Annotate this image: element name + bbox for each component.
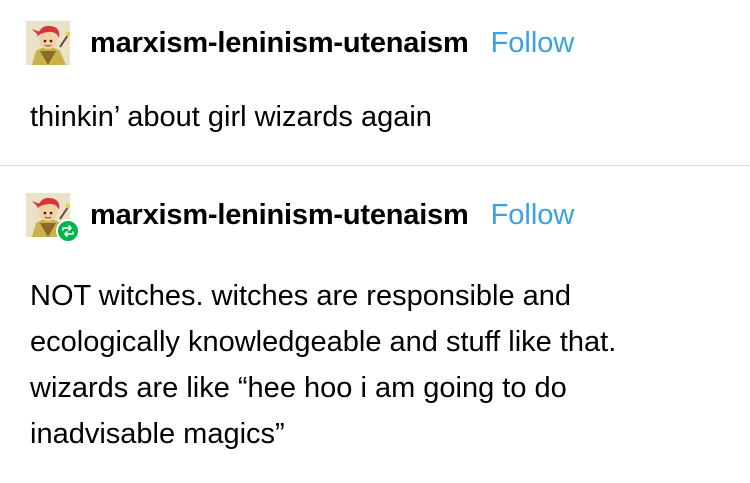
username-link[interactable]: marxism-leninism-utenaism xyxy=(90,199,469,232)
username-link[interactable]: marxism-leninism-utenaism xyxy=(90,27,469,60)
avatar-icon xyxy=(26,21,70,65)
post-header: marxism-leninism-utenaism Follow xyxy=(26,192,575,243)
post-reblog: marxism-leninism-utenaism Follow NOT wit… xyxy=(0,166,750,483)
post-body-text: thinkin’ about girl wizards again xyxy=(30,101,432,133)
avatar[interactable] xyxy=(26,193,80,243)
post-header: marxism-leninism-utenaism Follow xyxy=(26,20,574,66)
follow-button[interactable]: Follow xyxy=(491,27,575,60)
avatar[interactable] xyxy=(26,21,70,65)
reblog-badge xyxy=(56,219,80,243)
post-body-text: NOT witches. witches are responsible and… xyxy=(30,280,617,450)
reblog-icon xyxy=(62,225,74,237)
post-original: marxism-leninism-utenaism Follow thinkin… xyxy=(0,0,750,165)
follow-button[interactable]: Follow xyxy=(491,199,575,232)
